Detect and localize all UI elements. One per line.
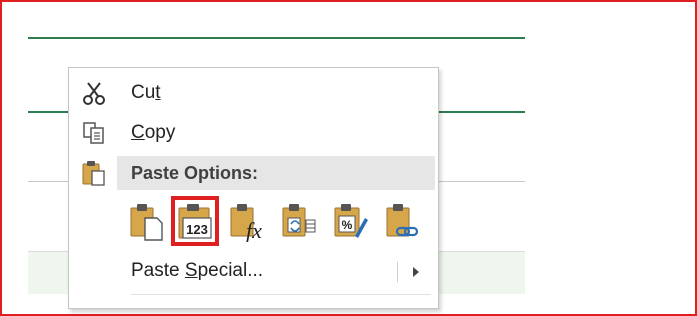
svg-text:fx: fx <box>246 218 262 242</box>
menu-item-cut[interactable]: Cut <box>69 76 438 110</box>
paste-formatting-button[interactable]: % <box>331 200 371 242</box>
paste-transpose-button[interactable] <box>279 200 319 242</box>
paste-options-label: Paste Options: <box>131 162 259 183</box>
menu-item-paste-special[interactable]: Paste Special... <box>69 254 438 288</box>
submenu-divider <box>397 262 398 282</box>
svg-text:%: % <box>342 218 353 232</box>
paste-values-icon: 123 <box>178 204 212 239</box>
svg-text:123: 123 <box>186 222 208 237</box>
paste-formatting-icon: % <box>334 204 368 238</box>
paste-options-row: 123 fx % <box>127 196 427 246</box>
copy-icon <box>81 121 107 145</box>
scissors-icon <box>81 81 107 105</box>
paste-button[interactable] <box>127 200 167 242</box>
menu-item-copy[interactable]: Copy <box>69 116 438 150</box>
paste-formulas-button[interactable]: fx <box>227 200 267 242</box>
clipboard-icon <box>81 160 107 186</box>
sheet-border-line <box>28 37 525 39</box>
paste-icon <box>130 204 163 241</box>
paste-transpose-icon <box>282 204 316 237</box>
submenu-arrow-icon <box>413 267 419 277</box>
menu-item-cut-label: Cut <box>131 82 161 103</box>
menu-item-paste-special-label: Paste Special... <box>131 260 264 281</box>
menu-divider <box>131 294 431 295</box>
paste-formulas-icon: fx <box>230 204 262 242</box>
context-menu: Cut Copy Paste Options: 123 fx % Paste S… <box>68 67 439 309</box>
paste-link-icon <box>386 204 419 237</box>
menu-item-copy-label: Copy <box>131 122 176 143</box>
paste-link-button[interactable] <box>383 200 423 242</box>
paste-values-button[interactable]: 123 <box>175 200 215 242</box>
paste-options-header: Paste Options: <box>117 156 435 190</box>
